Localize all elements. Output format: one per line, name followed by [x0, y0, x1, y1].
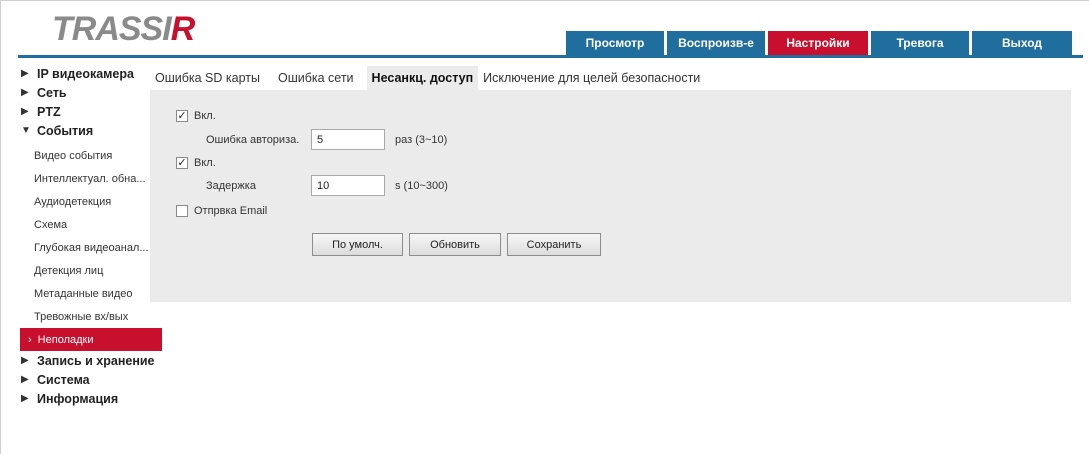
enable-row-1: Вкл. [176, 110, 216, 122]
enable-checkbox-1[interactable] [176, 110, 188, 122]
auth-error-hint: раз (3~10) [395, 133, 448, 146]
sidebar-item-label: Система [37, 372, 90, 387]
sidebar-subitem-video-metadata[interactable]: Метаданные видео [20, 282, 162, 305]
sidebar-subitem-face-detection[interactable]: Детекция лиц [20, 259, 162, 282]
tab-sd-card-error[interactable]: Ошибка SD карты [150, 66, 265, 90]
send-email-checkbox[interactable] [176, 205, 188, 217]
sidebar-item-ptz[interactable]: ▶ PTZ [20, 102, 162, 121]
sidebar-item-ip-camera[interactable]: ▶ IP видеокамера [20, 64, 162, 83]
sidebar-item-network[interactable]: ▶ Сеть [20, 83, 162, 102]
delay-label: Задержка [206, 179, 256, 192]
auth-error-input[interactable]: 5 [311, 129, 385, 150]
nav-view-button[interactable]: Просмотр [566, 31, 664, 55]
tab-unauthorized-access[interactable]: Несанкц. доступ [366, 66, 479, 90]
nav-playback-button[interactable]: Воспроизв-е [667, 31, 765, 55]
tab-security-exception[interactable]: Исключение для целей безопасности [478, 66, 705, 90]
sidebar-item-system[interactable]: ▶ Система [20, 370, 162, 389]
save-button[interactable]: Сохранить [507, 233, 601, 256]
triangle-down-icon: ▼ [21, 125, 31, 136]
header-divider [18, 55, 1083, 58]
top-nav: Просмотр Воспроизв-е Настройки Тревога В… [566, 31, 1072, 55]
triangle-right-icon: ▶ [21, 68, 29, 79]
triangle-right-icon: ▶ [21, 393, 29, 404]
sidebar-subitem-alarm-io[interactable]: Тревожные вх/вых [20, 305, 162, 328]
trassir-logo: TRASSIR [50, 8, 210, 48]
nav-settings-button[interactable]: Настройки [768, 31, 868, 55]
send-email-row: Отпрвка Email [176, 205, 267, 217]
sidebar-item-label: IP видеокамера [37, 66, 134, 81]
triangle-right-icon: ▶ [21, 106, 29, 117]
sidebar-subitem-exceptions[interactable]: › Неполадки [20, 328, 162, 351]
sidebar-item-events[interactable]: ▼ События [20, 121, 162, 140]
tab-network-error[interactable]: Ошибка сети [273, 66, 359, 90]
enable-checkbox-2[interactable] [176, 157, 188, 169]
sidebar-subitem-schedule[interactable]: Схема [20, 213, 162, 236]
default-button[interactable]: По умолч. [312, 233, 403, 256]
sidebar-item-label: Запись и хранение [37, 353, 155, 368]
auth-error-label: Ошибка авториза. [206, 133, 300, 146]
chevron-right-icon: › [28, 333, 32, 346]
enable-row-2: Вкл. [176, 157, 216, 169]
refresh-button[interactable]: Обновить [409, 233, 501, 256]
logo-text-main: TRASSI [52, 10, 173, 48]
nav-alarm-button[interactable]: Тревога [871, 31, 969, 55]
sidebar-item-storage[interactable]: ▶ Запись и хранение [20, 351, 162, 370]
sidebar-item-information[interactable]: ▶ Информация [20, 389, 162, 408]
settings-panel [150, 90, 1071, 302]
sidebar-subitem-video-events[interactable]: Видео события [20, 144, 162, 167]
sidebar-subitem-deep-analytics[interactable]: Глубокая видеоанал... [20, 236, 162, 259]
auth-error-row: Ошибка авториза. 5 раз (3~10) [206, 129, 447, 150]
nav-exit-button[interactable]: Выход [972, 31, 1072, 55]
sidebar-subitem-audio-detection[interactable]: Аудиодетекция [20, 190, 162, 213]
svg-text:TRASSIR: TRASSIR [52, 10, 196, 48]
sidebar-item-label: Сеть [37, 85, 67, 100]
enable-label-1: Вкл. [194, 110, 216, 122]
triangle-right-icon: ▶ [21, 374, 29, 385]
logo-text-accent: R [171, 10, 196, 48]
sidebar-item-label: События [37, 123, 94, 138]
delay-hint: s (10~300) [395, 179, 448, 192]
enable-label-2: Вкл. [194, 157, 216, 169]
sidebar-item-label: Неполадки [37, 333, 94, 346]
sidebar-item-label: Информация [37, 391, 119, 406]
triangle-right-icon: ▶ [21, 355, 29, 366]
triangle-right-icon: ▶ [21, 87, 29, 98]
send-email-label: Отпрвка Email [194, 205, 268, 217]
tab-bar: Ошибка SD карты Ошибка сети Несанкц. дос… [150, 66, 705, 90]
delay-row: Задержка 10 s (10~300) [206, 175, 448, 196]
sidebar-item-label: PTZ [37, 104, 61, 119]
delay-input[interactable]: 10 [311, 175, 385, 196]
sidebar: ▶ IP видеокамера ▶ Сеть ▶ PTZ ▼ События Виде… [20, 64, 162, 408]
sidebar-subitem-smart-detection[interactable]: Интеллектуал. обна... [20, 167, 162, 190]
